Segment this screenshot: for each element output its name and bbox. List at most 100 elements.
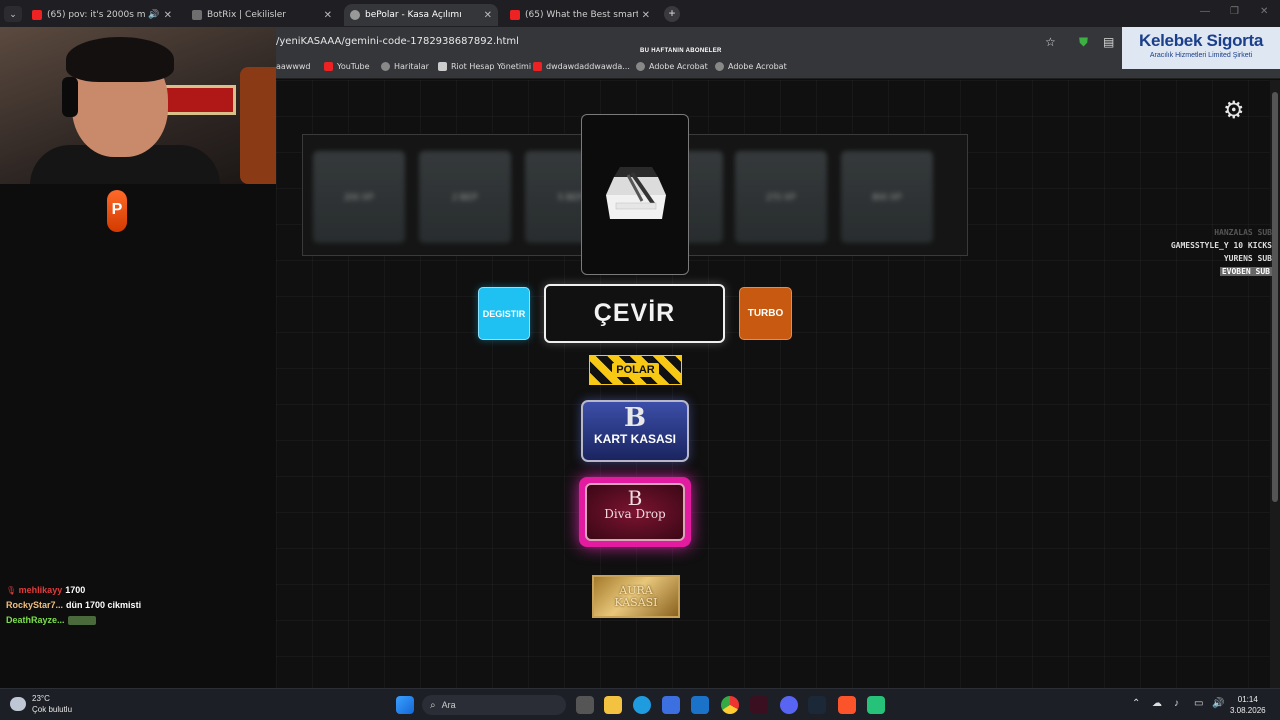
maximize-icon[interactable]: ❐	[1230, 6, 1239, 17]
globe-icon	[381, 62, 390, 71]
youtube-icon	[32, 10, 42, 20]
gear-icon[interactable]: ⚙	[1223, 96, 1245, 125]
close-window-icon[interactable]: ✕	[1260, 6, 1268, 17]
sponsor-banner: Kelebek Sigorta Aracılık Hizmetleri Limi…	[1122, 27, 1280, 69]
brave-icon[interactable]	[838, 696, 856, 714]
weather-desc: Çok bulutlu	[32, 705, 73, 714]
new-tab-button[interactable]: +	[664, 6, 680, 22]
tab-label: (65) What the Best smartphone	[525, 10, 638, 20]
store-icon[interactable]	[662, 696, 680, 714]
close-icon[interactable]: ✕	[484, 10, 492, 21]
prize-slot: 2 BEP	[419, 151, 511, 243]
streamer-hair	[66, 37, 174, 82]
clock-date: 3.08.2026	[1230, 706, 1266, 715]
tab-search-button[interactable]: ⌄	[4, 6, 22, 22]
minimize-icon[interactable]: —	[1200, 6, 1210, 17]
subscriber-entry: HANZALAS SUB	[1214, 228, 1272, 237]
kart-label: KART KASASI	[593, 432, 676, 446]
file-explorer-icon[interactable]	[604, 696, 622, 714]
taskbar: 23°C Çok bulutlu ⌕ Ara ⌃ ☁ ♪ ▭ 🔊 01:14 3…	[0, 688, 1280, 720]
bookmark-item[interactable]: Adobe Acrobat	[636, 62, 708, 71]
prize-slot: 270 XP	[735, 151, 827, 243]
polar-case-button[interactable]: POLAR	[589, 355, 682, 385]
bookmark-item[interactable]: dwdawdaddwawda...	[533, 62, 630, 71]
chat-text: 1700	[65, 585, 86, 595]
kart-kasasi-button[interactable]: B KART KASASI	[581, 400, 689, 462]
steam-icon[interactable]	[808, 696, 826, 714]
discord-icon[interactable]	[780, 696, 798, 714]
subscriber-list: HANZALAS SUB GAMESSTYLE_Y 10 KICKS YUREN…	[1171, 226, 1272, 278]
close-icon[interactable]: ✕	[164, 10, 172, 21]
scrollbar[interactable]	[1270, 80, 1280, 688]
wall-frame	[160, 85, 236, 115]
edge-icon[interactable]	[633, 696, 651, 714]
network-icon[interactable]: ▭	[1194, 698, 1203, 709]
cloud-icon	[10, 697, 26, 711]
scrollbar-thumb[interactable]	[1272, 92, 1278, 502]
tab-botrix[interactable]: BotRix | Cekilisler ✕	[186, 4, 338, 26]
search-icon: ⌕	[430, 699, 436, 711]
chat-message: RockyStar7... dün 1700 cikmisti	[6, 598, 141, 613]
mic-icon: 🎙	[6, 586, 17, 595]
chat-text: dün 1700 cikmisti	[66, 600, 142, 610]
tab-youtube-mix[interactable]: (65) pov: it's 2000s mix ~nu 🔊 ✕	[26, 4, 178, 26]
diva-label: Diva Drop	[604, 507, 666, 521]
weekly-subscribers-title: BU HAFTANIN ABONELER	[640, 48, 722, 54]
tab-bepolar[interactable]: bePolar - Kasa Açılımı ✕	[344, 4, 498, 26]
subscriber-entry: YURENS SUB	[1223, 254, 1272, 263]
subscriber-entry: EVOBEN SUB	[1219, 267, 1272, 276]
close-icon[interactable]: ✕	[642, 10, 650, 21]
tab-label: BotRix | Cekilisler	[207, 10, 287, 20]
prize-slot: 800 XP	[841, 151, 933, 243]
webcam-overlay	[0, 27, 276, 184]
mail-icon[interactable]	[691, 696, 709, 714]
sponsor-brand: Kelebek Sigorta	[1139, 31, 1263, 50]
selected-case	[581, 114, 689, 275]
chat-overlay: 🎙 mehlikayy 1700 RockyStar7... dün 1700 ci…	[6, 583, 141, 628]
sponsor-subtitle: Aracılık Hizmetleri Limited Şirketi	[1149, 52, 1253, 59]
chevron-up-icon[interactable]: ⌃	[1132, 698, 1140, 709]
aura-kasasi-button[interactable]: AURA KASASI	[592, 575, 680, 618]
bookmark-item[interactable]: Haritalar	[381, 62, 429, 71]
kick-icon[interactable]	[867, 696, 885, 714]
degistir-button[interactable]: DEGISTIR	[478, 287, 530, 340]
star-icon[interactable]: ☆	[1045, 35, 1056, 49]
cloud-tray-icon[interactable]: ☁	[1152, 698, 1162, 709]
weather-widget[interactable]: 23°C Çok bulutlu	[10, 693, 72, 715]
bookmark-item[interactable]: YouTube	[324, 62, 370, 71]
clock[interactable]: 01:14 3.08.2026	[1230, 694, 1266, 716]
chat-message: 🎙 mehlikayy 1700	[6, 583, 141, 598]
globe-icon	[715, 62, 724, 71]
turbo-button[interactable]: TURBO	[739, 287, 792, 340]
youtube-icon	[510, 10, 520, 20]
riot-icon	[438, 62, 447, 71]
bookmark-item[interactable]: aawwwd	[276, 62, 311, 71]
diva-drop-button[interactable]: B Diva Drop	[579, 477, 691, 547]
mic-tray-icon[interactable]: ♪	[1174, 698, 1179, 709]
close-icon[interactable]: ✕	[324, 10, 332, 21]
chat-message: DeathRayze...	[6, 613, 141, 628]
url-field[interactable]: /yeniKASAAA/gemini-code-1782938687892.ht…	[276, 36, 519, 47]
cevir-button[interactable]: ÇEVİR	[544, 284, 725, 343]
youtube-icon	[533, 62, 542, 71]
chat-user: RockyStar7...	[6, 600, 64, 610]
diva-logo-letter: B	[627, 486, 643, 510]
tab-youtube-smartphone[interactable]: (65) What the Best smartphone ✕	[504, 4, 656, 26]
windows-start-icon[interactable]	[396, 696, 414, 714]
app-icon[interactable]	[750, 696, 768, 714]
chat-user: mehlikayy	[18, 585, 63, 595]
polar-case-icon	[606, 167, 666, 219]
speaker-icon[interactable]: 🔊	[148, 10, 159, 20]
globe-icon	[636, 62, 645, 71]
shield-icon[interactable]: ⛊	[1079, 35, 1088, 50]
extension-icon[interactable]: ▤	[1103, 35, 1114, 49]
taskbar-search[interactable]: ⌕ Ara	[422, 695, 566, 715]
task-view-icon[interactable]	[576, 696, 594, 714]
polar-label: POLAR	[612, 363, 659, 377]
chrome-icon[interactable]	[721, 696, 739, 714]
subscriber-entry: GAMESSTYLE_Y 10 KICKS	[1170, 241, 1272, 250]
bookmark-item[interactable]: Adobe Acrobat	[715, 62, 787, 71]
emote-icon	[67, 616, 96, 626]
bookmark-item[interactable]: Riot Hesap Yönetimi	[438, 62, 531, 71]
volume-icon[interactable]: 🔊	[1212, 698, 1224, 709]
